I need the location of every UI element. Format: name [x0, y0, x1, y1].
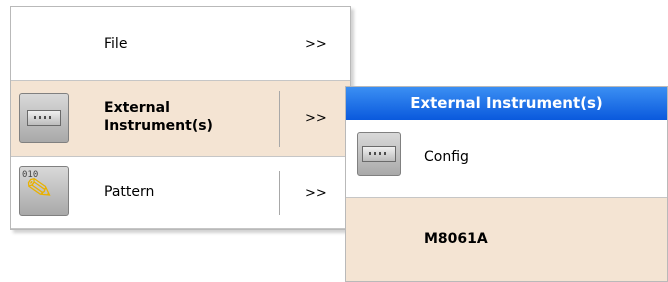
submenu-arrow-icon: >>	[305, 37, 327, 52]
submenu-title: External Instrument(s)	[346, 87, 667, 120]
submenu-item-config-label: Config	[424, 149, 469, 165]
instrument-front-panel	[27, 110, 61, 126]
main-menu: File >> External Instrument(s) >> 010 ✎ …	[10, 6, 351, 230]
instrument-icon	[19, 93, 69, 143]
menu-item-pattern-label: Pattern	[104, 184, 155, 200]
submenu-item-config[interactable]: Config	[346, 120, 667, 198]
pencil-icon: ✎	[22, 167, 56, 211]
menu-item-external-instruments-label: External Instrument(s)	[104, 100, 213, 134]
menu-separator	[279, 91, 280, 147]
menu-item-file[interactable]: File >>	[11, 7, 350, 81]
menu-item-external-instruments[interactable]: External Instrument(s) >>	[11, 81, 350, 157]
menu-item-pattern[interactable]: 010 ✎ Pattern >>	[11, 157, 350, 229]
submenu-item-m8061a[interactable]: M8061A	[346, 198, 667, 281]
submenu-arrow-icon: >>	[305, 111, 327, 126]
menu-item-file-label: File	[104, 36, 128, 52]
pencil-pattern-icon: 010 ✎	[19, 166, 69, 216]
submenu-item-m8061a-label: M8061A	[424, 231, 488, 247]
instrument-icon	[357, 132, 401, 176]
menu-separator	[279, 171, 280, 215]
instrument-front-panel	[362, 146, 396, 162]
external-instruments-submenu: External Instrument(s) Config M8061A	[345, 86, 668, 282]
submenu-arrow-icon: >>	[305, 186, 327, 201]
